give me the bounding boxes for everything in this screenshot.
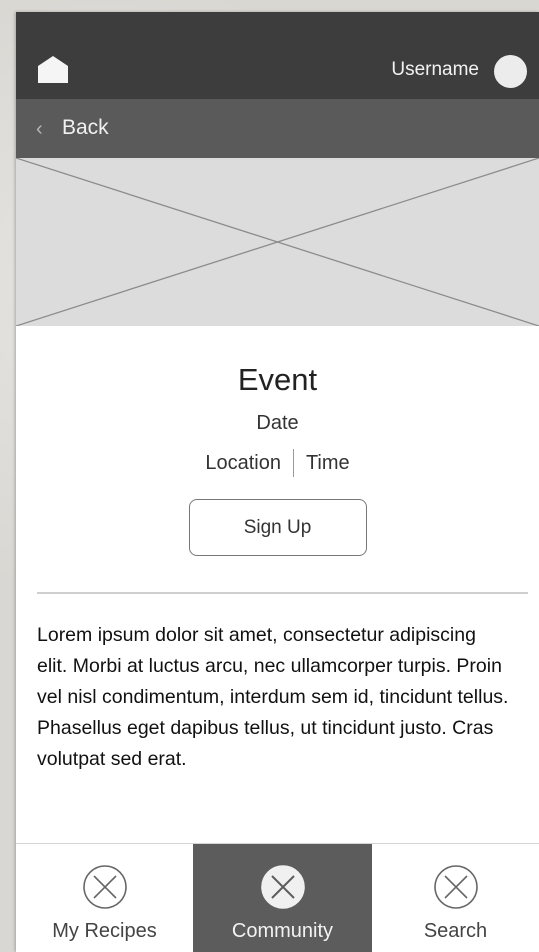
placeholder-icon: [82, 865, 127, 909]
placeholder-icon: [433, 865, 478, 909]
tab-label: Community: [231, 920, 334, 942]
event-date: Date: [256, 412, 299, 434]
chevron-left-icon: ‹: [36, 118, 43, 140]
event-description: Lorem ipsum dolor sit amet, consectetur …: [37, 624, 509, 770]
section-divider: [37, 592, 528, 594]
vertical-divider: [292, 449, 294, 477]
tab-community[interactable]: Community: [193, 844, 372, 952]
tab-my-recipes[interactable]: My Recipes: [16, 844, 193, 952]
location-time-row: Location Time: [16, 449, 539, 477]
avatar[interactable]: [494, 55, 527, 88]
image-placeholder-icon: [16, 158, 539, 326]
sign-up-button[interactable]: Sign Up: [188, 499, 367, 556]
top-app-bar: Username: [16, 12, 539, 99]
bottom-tab-bar: My Recipes Community Search: [16, 843, 539, 952]
username-label[interactable]: Username: [391, 59, 479, 81]
home-icon[interactable]: [36, 54, 70, 84]
hero-image-placeholder: [16, 158, 539, 326]
event-location: Location: [205, 451, 281, 474]
phone-screen: Username ‹ Back Event Date Location Time…: [16, 12, 539, 952]
tab-label: Search: [423, 920, 488, 942]
placeholder-icon: [260, 865, 305, 909]
back-label: Back: [62, 116, 109, 139]
event-time: Time: [305, 451, 350, 474]
event-details: Event Date Location Time Sign Up: [16, 362, 539, 556]
event-title: Event: [237, 362, 318, 397]
back-button[interactable]: ‹ Back: [16, 99, 539, 158]
tab-label: My Recipes: [52, 920, 157, 942]
tab-search[interactable]: Search: [372, 844, 539, 952]
